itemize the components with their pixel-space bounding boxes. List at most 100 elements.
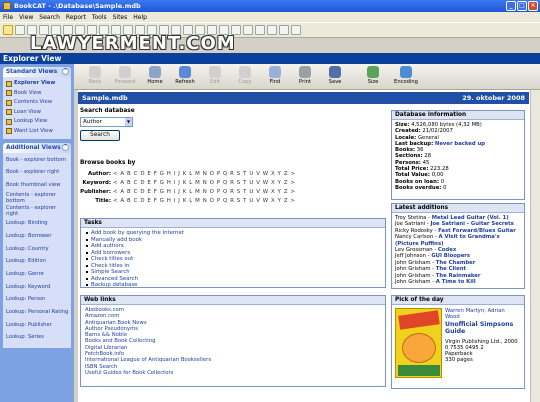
latest-title-link[interactable]: Joe Satriani - Guitar Secrets <box>430 221 513 227</box>
sidebar-item-additional[interactable]: Book thumbnail view <box>6 180 69 190</box>
maximize-button[interactable]: □ <box>517 1 527 11</box>
internet-tool-icon[interactable] <box>255 25 265 35</box>
latest-title-link[interactable]: Fast Forward/Blues Guitar <box>438 228 516 234</box>
encoding-icon <box>400 66 412 78</box>
window-title: BookCAT - .\Database\Sample.mdb <box>14 2 141 10</box>
navigation-toolbar: Back Forward Home Refresh Edit Copy Find… <box>74 64 540 90</box>
sidebar-item-additional[interactable]: Lookup: Borrower <box>6 231 69 241</box>
sidebar-item-additional[interactable]: Book - explorer right <box>6 168 69 178</box>
latest-title-link[interactable]: The Chamber <box>436 260 476 266</box>
sidebar: Standard Views ^ Explorer View Book View… <box>0 64 74 402</box>
collapse-chevron-icon[interactable]: ^ <box>62 144 69 151</box>
sidebar-item-additional[interactable]: Lookup: Series <box>6 333 69 343</box>
menu-view[interactable]: View <box>19 14 33 21</box>
menu-search[interactable]: Search <box>39 14 60 21</box>
database-info-box: Database information Size: 4,526,080 byt… <box>391 110 525 200</box>
close-button[interactable]: × <box>528 1 538 11</box>
sidebar-item-additional[interactable]: Lookup: Person <box>6 295 69 305</box>
sidebar-item-lookup-view[interactable]: Lookup View <box>6 117 69 127</box>
additional-views-title: Additional Views <box>6 145 61 151</box>
standard-views-title: Standard Views <box>6 69 58 75</box>
menu-file[interactable]: File <box>3 14 13 21</box>
standard-views-header[interactable]: Standard Views ^ <box>3 67 71 77</box>
pick-of-day-content: Warren Martyn; Adrian Wood Unofficial Si… <box>392 305 524 381</box>
encoding-button[interactable]: Encoding <box>388 64 424 90</box>
alphabet-links[interactable]: < A B C D E F G H I J K L M N O P Q R S … <box>113 171 296 177</box>
menu-report[interactable]: Report <box>66 14 86 21</box>
search-panel: Search database Author ▼ Search <box>80 108 386 158</box>
size-icon <box>367 66 379 78</box>
save-button[interactable]: Save <box>320 64 350 90</box>
search-button[interactable]: Search <box>80 130 120 141</box>
pick-book-title[interactable]: Unofficial Simpsons Guide <box>445 321 521 335</box>
task-link[interactable]: Backup database <box>85 282 381 289</box>
forward-button[interactable]: Forward <box>110 64 140 90</box>
latest-title-link[interactable]: Metal Lead Guitar (Vol. 1) <box>432 215 509 221</box>
back-button[interactable]: Back <box>80 64 110 90</box>
size-button[interactable]: Size <box>358 64 388 90</box>
print-button[interactable]: Print <box>290 64 320 90</box>
info-row: Books overdue: 0 <box>395 184 447 191</box>
latest-item: John Grisham - A Time to Kill <box>395 279 476 286</box>
pick-publisher: Virgin Publishing Ltd., 2000 <box>445 338 518 345</box>
sidebar-item-additional[interactable]: Lookup: Personal Rating <box>6 307 69 317</box>
copy-icon <box>239 66 251 78</box>
alphabet-links[interactable]: < A B C D E F G H I J K L M N O P Q R S … <box>113 180 296 186</box>
refresh-button[interactable]: Refresh <box>170 64 200 90</box>
sidebar-item-explorer-view[interactable]: Explorer View <box>6 79 69 89</box>
menu-help[interactable]: Help <box>133 14 147 21</box>
vertical-scrollbar[interactable] <box>530 90 540 402</box>
backup-link[interactable]: Never backed up <box>435 141 485 147</box>
sidebar-item-additional[interactable]: Book - explorer bottom <box>6 155 69 165</box>
sidebar-item-additional[interactable]: Lookup: Edition <box>6 257 69 267</box>
latest-title-link[interactable]: The Rainmaker <box>436 273 481 279</box>
menu-sites[interactable]: Sites <box>113 14 128 21</box>
find-icon <box>269 66 281 78</box>
browse-publisher-row: Publisher: < A B C D E F G H I J K L M N … <box>80 188 296 195</box>
sum-tool-icon[interactable] <box>279 25 289 35</box>
tasks-box: Tasks Add book by querying the Internet … <box>80 218 386 288</box>
edit-button[interactable]: Edit <box>200 64 230 90</box>
pick-details: Warren Martyn; Adrian Wood Unofficial Si… <box>445 308 521 378</box>
sidebar-item-additional[interactable]: Lookup: Genre <box>6 269 69 279</box>
help-tool-icon[interactable] <box>291 25 301 35</box>
alphabet-links[interactable]: < A B C D E F G H I J K L M N O P Q R S … <box>113 198 296 204</box>
book-tool-icon[interactable] <box>15 25 25 35</box>
latest-title-link[interactable]: GUI Bloopers <box>431 253 470 259</box>
menu-tools[interactable]: Tools <box>92 14 107 21</box>
home-button[interactable]: Home <box>140 64 170 90</box>
sidebar-item-want-list-view[interactable]: Want List View <box>6 127 69 137</box>
sidebar-item-additional[interactable]: Lookup: Country <box>6 244 69 254</box>
minimize-button[interactable]: _ <box>506 1 516 11</box>
find-button[interactable]: Find <box>260 64 290 90</box>
pick-author[interactable]: Warren Martyn; Adrian Wood <box>445 308 521 321</box>
sidebar-item-book-view[interactable]: Book View <box>6 89 69 99</box>
latest-item: Nancy Carlson - A Visit to Grandma's (Pi… <box>395 234 500 247</box>
latest-title-link[interactable]: Codex <box>438 247 456 253</box>
latest-title-link[interactable]: The Client <box>436 266 466 272</box>
additional-views-header[interactable]: Additional Views ^ <box>3 143 71 153</box>
alphabet-links[interactable]: < A B C D E F G H I J K L M N O P Q R S … <box>113 189 296 195</box>
search-title: Search database <box>80 108 135 114</box>
sidebar-item-additional[interactable]: Lookup: Publisher <box>6 320 69 330</box>
sidebar-item-additional[interactable]: Contents - explorer right <box>6 205 69 217</box>
title-bar: BookCAT - .\Database\Sample.mdb _ □ × <box>0 0 540 12</box>
latest-title-link[interactable]: A Time to Kill <box>436 279 476 285</box>
copy-button[interactable]: Copy <box>230 64 260 90</box>
web-link[interactable]: Useful Guides for Book Collectors <box>85 370 381 376</box>
book-cover-image[interactable] <box>395 308 442 378</box>
sidebar-item-additional[interactable]: Lookup: Keyword <box>6 282 69 292</box>
last-tool-icon[interactable] <box>243 25 253 35</box>
app-icon <box>3 2 11 10</box>
sidebar-item-additional[interactable]: Lookup: Binding <box>6 218 69 228</box>
sidebar-item-loan-view[interactable]: Loan View <box>6 108 69 118</box>
sidebar-item-additional[interactable]: Contents - explorer bottom <box>6 192 69 204</box>
collapse-chevron-icon[interactable]: ^ <box>62 68 69 75</box>
search-field-select[interactable]: Author ▼ <box>80 117 133 127</box>
report-tool-icon[interactable] <box>267 25 277 35</box>
explorer-view-icon <box>6 80 12 87</box>
chevron-down-icon[interactable]: ▼ <box>125 118 132 126</box>
sidebar-item-contents-view[interactable]: Contents View <box>6 98 69 108</box>
explorer-tool-icon[interactable] <box>3 25 13 35</box>
printer-icon <box>299 66 311 78</box>
